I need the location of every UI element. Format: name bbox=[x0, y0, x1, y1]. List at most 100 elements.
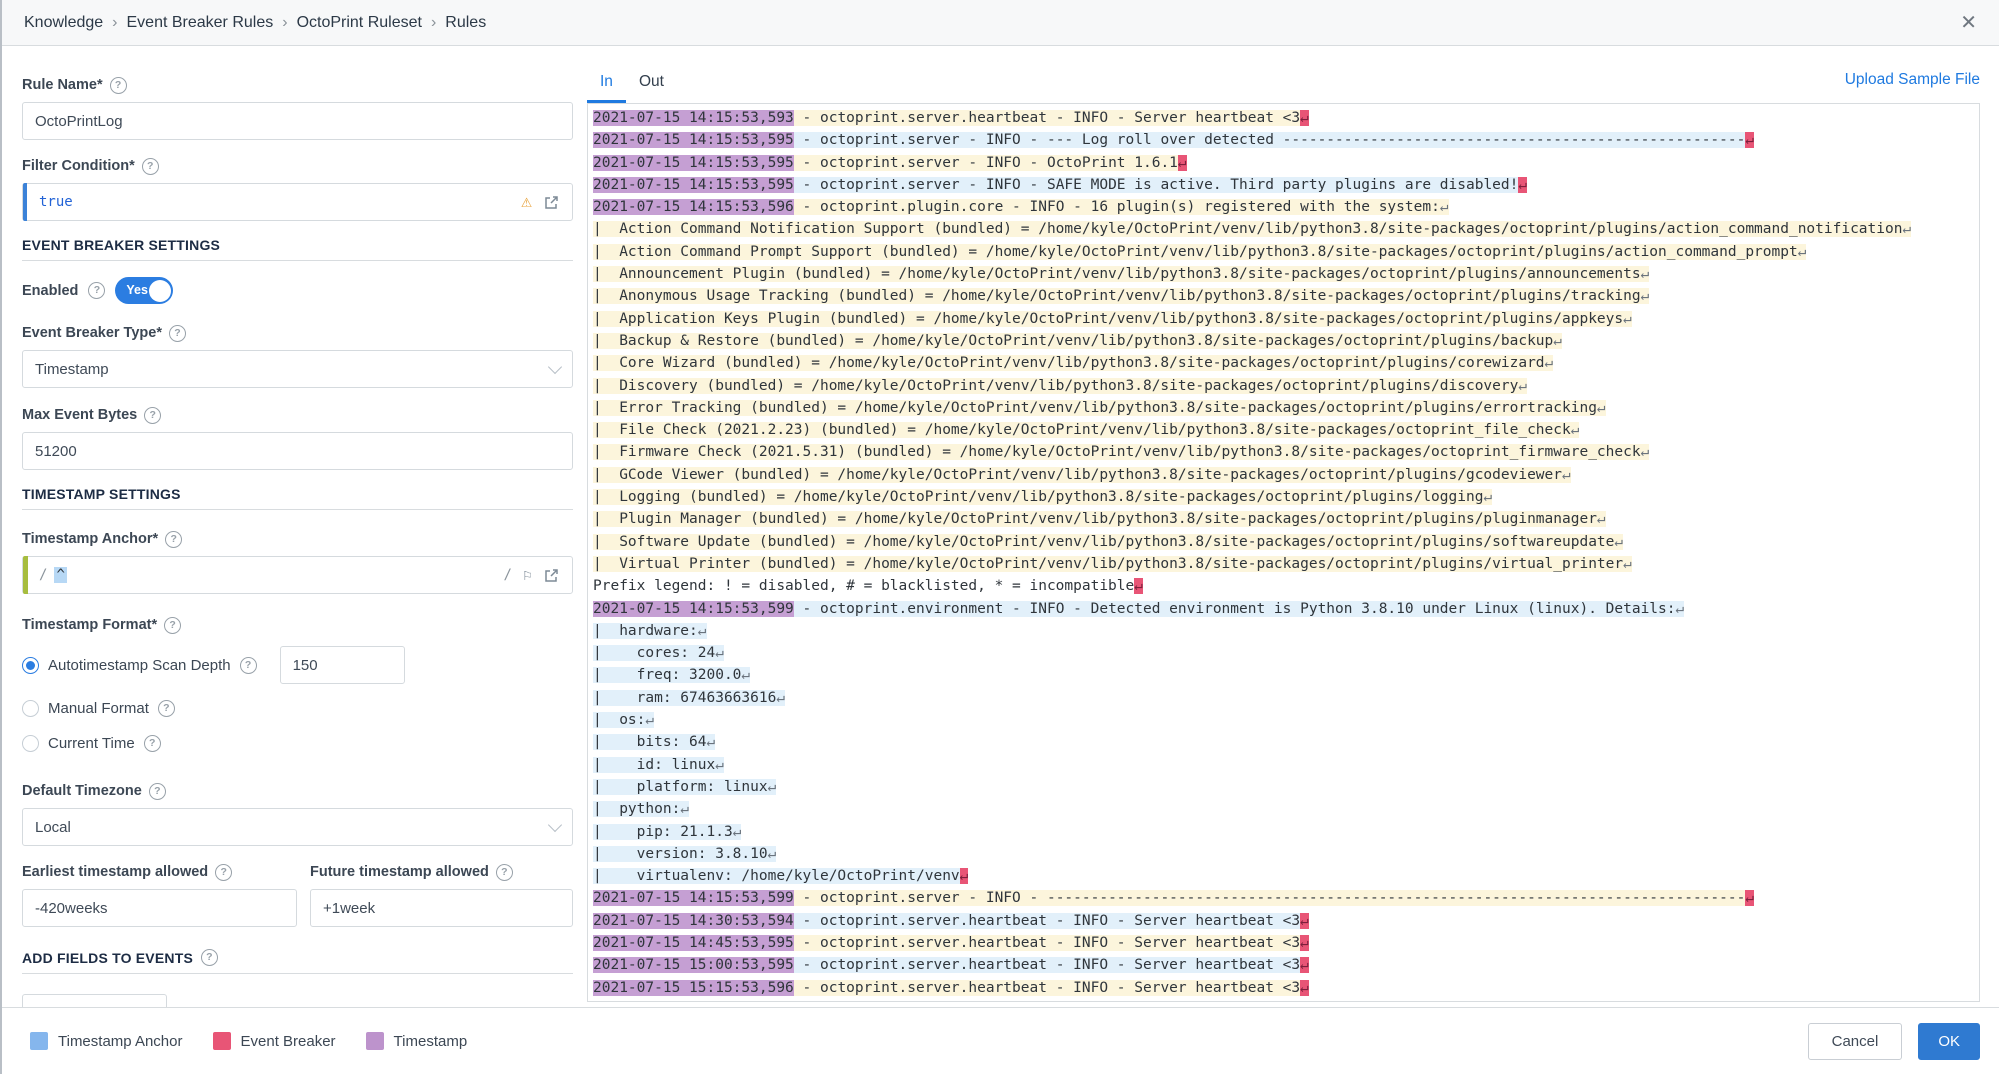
expand-editor-icon[interactable] bbox=[543, 194, 560, 211]
event-breaker-mark: ↵ bbox=[1134, 578, 1143, 594]
help-icon[interactable]: ? bbox=[144, 407, 161, 424]
log-line: | Plugin Manager (bundled) = /home/kyle/… bbox=[593, 508, 1979, 530]
timestamp-format-label: Timestamp Format* bbox=[22, 617, 157, 633]
log-line: | freq: 3200.0↵ bbox=[593, 664, 1979, 686]
help-icon[interactable]: ? bbox=[149, 783, 166, 800]
timestamp-highlight: 2021-07-15 14:15:53,595 bbox=[593, 177, 794, 193]
help-icon[interactable]: ? bbox=[88, 282, 105, 299]
timestamp-highlight: 2021-07-15 14:15:53,599 bbox=[593, 601, 794, 617]
cancel-button[interactable]: Cancel bbox=[1808, 1023, 1903, 1060]
add-field-name-field[interactable] bbox=[22, 994, 167, 1007]
close-icon[interactable]: ✕ bbox=[1960, 13, 1977, 33]
log-text: | Backup & Restore (bundled) = /home/kyl… bbox=[593, 333, 1553, 349]
log-text: | Plugin Manager (bundled) = /home/kyle/… bbox=[593, 511, 1597, 527]
log-preview-box[interactable]: 2021-07-15 14:15:53,593 - octoprint.serv… bbox=[587, 103, 1980, 1002]
breadcrumb-event-breaker-rules[interactable]: Event Breaker Rules bbox=[127, 14, 274, 32]
preview-tabs-row: In Out Upload Sample File bbox=[587, 46, 1980, 103]
help-icon[interactable]: ? bbox=[110, 77, 127, 94]
newline-mark: ↵ bbox=[741, 667, 750, 683]
tab-out[interactable]: Out bbox=[626, 73, 677, 103]
earliest-timestamp-label-row: Earliest timestamp allowed ? bbox=[22, 863, 297, 881]
log-line: | GCode Viewer (bundled) = /home/kyle/Oc… bbox=[593, 464, 1979, 486]
newline-mark: ↵ bbox=[645, 712, 654, 728]
filter-condition-field[interactable]: true ⚠ bbox=[22, 183, 573, 221]
enabled-toggle[interactable]: Yes bbox=[115, 277, 173, 304]
default-timezone-label: Default Timezone bbox=[22, 783, 142, 799]
scan-depth-field[interactable]: 150 bbox=[280, 646, 405, 684]
event-breaker-mark: ↵ bbox=[1300, 957, 1309, 973]
log-line: | Logging (bundled) = /home/kyle/OctoPri… bbox=[593, 486, 1979, 508]
log-text: | Action Command Prompt Support (bundled… bbox=[593, 244, 1798, 260]
log-text: - octoprint.server.heartbeat - INFO - Se… bbox=[794, 957, 1300, 973]
radio-current-time[interactable] bbox=[22, 735, 39, 752]
breadcrumb-octoprint-ruleset[interactable]: OctoPrint Ruleset bbox=[297, 14, 422, 32]
log-line: | Action Command Prompt Support (bundled… bbox=[593, 241, 1979, 263]
filter-condition-value: true bbox=[39, 194, 73, 210]
newline-mark: ↵ bbox=[1614, 534, 1623, 550]
legend-label: Event Breaker bbox=[241, 1033, 336, 1050]
chevron-down-icon bbox=[548, 360, 562, 374]
default-timezone-select[interactable]: Local bbox=[22, 808, 573, 846]
regex-flag-icon[interactable]: ⚐ bbox=[523, 568, 532, 583]
breadcrumb-knowledge[interactable]: Knowledge bbox=[24, 14, 103, 32]
timestamp-anchor-field[interactable]: / ^ / ⚐ bbox=[22, 556, 573, 594]
help-icon[interactable]: ? bbox=[142, 158, 159, 175]
rule-name-value: OctoPrintLog bbox=[35, 113, 123, 130]
log-line: Prefix legend: ! = disabled, # = blackli… bbox=[593, 575, 1979, 597]
event-breaker-type-select[interactable]: Timestamp bbox=[22, 350, 573, 388]
breadcrumb-separator: › bbox=[112, 14, 117, 32]
timestamp-highlight: 2021-07-15 15:00:53,595 bbox=[593, 957, 794, 973]
expand-editor-icon[interactable] bbox=[543, 567, 560, 584]
log-text: | Logging (bundled) = /home/kyle/OctoPri… bbox=[593, 489, 1483, 505]
log-line: | Software Update (bundled) = /home/kyle… bbox=[593, 531, 1979, 553]
toggle-knob bbox=[149, 280, 171, 302]
log-line: | virtualenv: /home/kyle/OctoPrint/venv↵ bbox=[593, 865, 1979, 887]
log-text: - octoprint.server - INFO - OctoPrint 1.… bbox=[794, 155, 1178, 171]
legend-item: Event Breaker bbox=[213, 1032, 336, 1050]
newline-mark: ↵ bbox=[1623, 311, 1632, 327]
help-icon[interactable]: ? bbox=[144, 735, 161, 752]
help-icon[interactable]: ? bbox=[164, 617, 181, 634]
timestamp-anchor-value: ^ bbox=[54, 567, 66, 583]
help-icon[interactable]: ? bbox=[158, 700, 175, 717]
modal-body: Rule Name* ? OctoPrintLog Filter Conditi… bbox=[2, 46, 1999, 1007]
newline-mark: ↵ bbox=[1440, 199, 1449, 215]
event-breaker-mark: ↵ bbox=[1745, 890, 1754, 906]
legend-label: Timestamp Anchor bbox=[58, 1033, 183, 1050]
event-breaker-mark: ↵ bbox=[1178, 155, 1187, 171]
log-line: 2021-07-15 15:15:53,596 - octoprint.serv… bbox=[593, 977, 1979, 999]
earliest-timestamp-label: Earliest timestamp allowed bbox=[22, 864, 208, 880]
timestamp-highlight: 2021-07-15 14:15:53,595 bbox=[593, 132, 794, 148]
newline-mark: ↵ bbox=[1518, 378, 1527, 394]
log-line: | Error Tracking (bundled) = /home/kyle/… bbox=[593, 397, 1979, 419]
log-text: - octoprint.server.heartbeat - INFO - Se… bbox=[794, 980, 1300, 996]
enabled-toggle-text: Yes bbox=[126, 283, 148, 297]
max-event-bytes-value: 51200 bbox=[35, 443, 77, 460]
log-text: | virtualenv: /home/kyle/OctoPrint/venv bbox=[593, 868, 960, 884]
help-icon[interactable]: ? bbox=[215, 864, 232, 881]
log-line: | Core Wizard (bundled) = /home/kyle/Oct… bbox=[593, 352, 1979, 374]
radio-autotimestamp-label: Autotimestamp Scan Depth bbox=[48, 657, 231, 674]
ok-button[interactable]: OK bbox=[1918, 1023, 1980, 1060]
help-icon[interactable]: ? bbox=[240, 657, 257, 674]
filter-condition-label: Filter Condition* bbox=[22, 158, 135, 174]
log-line: | File Check (2021.2.23) (bundled) = /ho… bbox=[593, 419, 1979, 441]
earliest-timestamp-field[interactable]: -420weeks bbox=[22, 889, 297, 927]
default-timezone-label-row: Default Timezone ? bbox=[22, 782, 573, 800]
log-text: | freq: 3200.0 bbox=[593, 667, 741, 683]
newline-mark: ↵ bbox=[1676, 601, 1685, 617]
help-icon[interactable]: ? bbox=[169, 325, 186, 342]
timestamp-format-label-row: Timestamp Format* ? bbox=[22, 616, 573, 634]
rule-name-field[interactable]: OctoPrintLog bbox=[22, 102, 573, 140]
max-event-bytes-field[interactable]: 51200 bbox=[22, 432, 573, 470]
help-icon[interactable]: ? bbox=[496, 864, 513, 881]
radio-manual-format[interactable] bbox=[22, 700, 39, 717]
log-line: 2021-07-15 14:15:53,595 - octoprint.serv… bbox=[593, 152, 1979, 174]
help-icon[interactable]: ? bbox=[201, 949, 218, 966]
future-timestamp-field[interactable]: +1week bbox=[310, 889, 573, 927]
help-icon[interactable]: ? bbox=[165, 531, 182, 548]
upload-sample-file-link[interactable]: Upload Sample File bbox=[1845, 71, 1980, 103]
newline-mark: ↵ bbox=[1902, 221, 1911, 237]
tab-in[interactable]: In bbox=[587, 73, 626, 103]
radio-autotimestamp[interactable] bbox=[22, 657, 39, 674]
